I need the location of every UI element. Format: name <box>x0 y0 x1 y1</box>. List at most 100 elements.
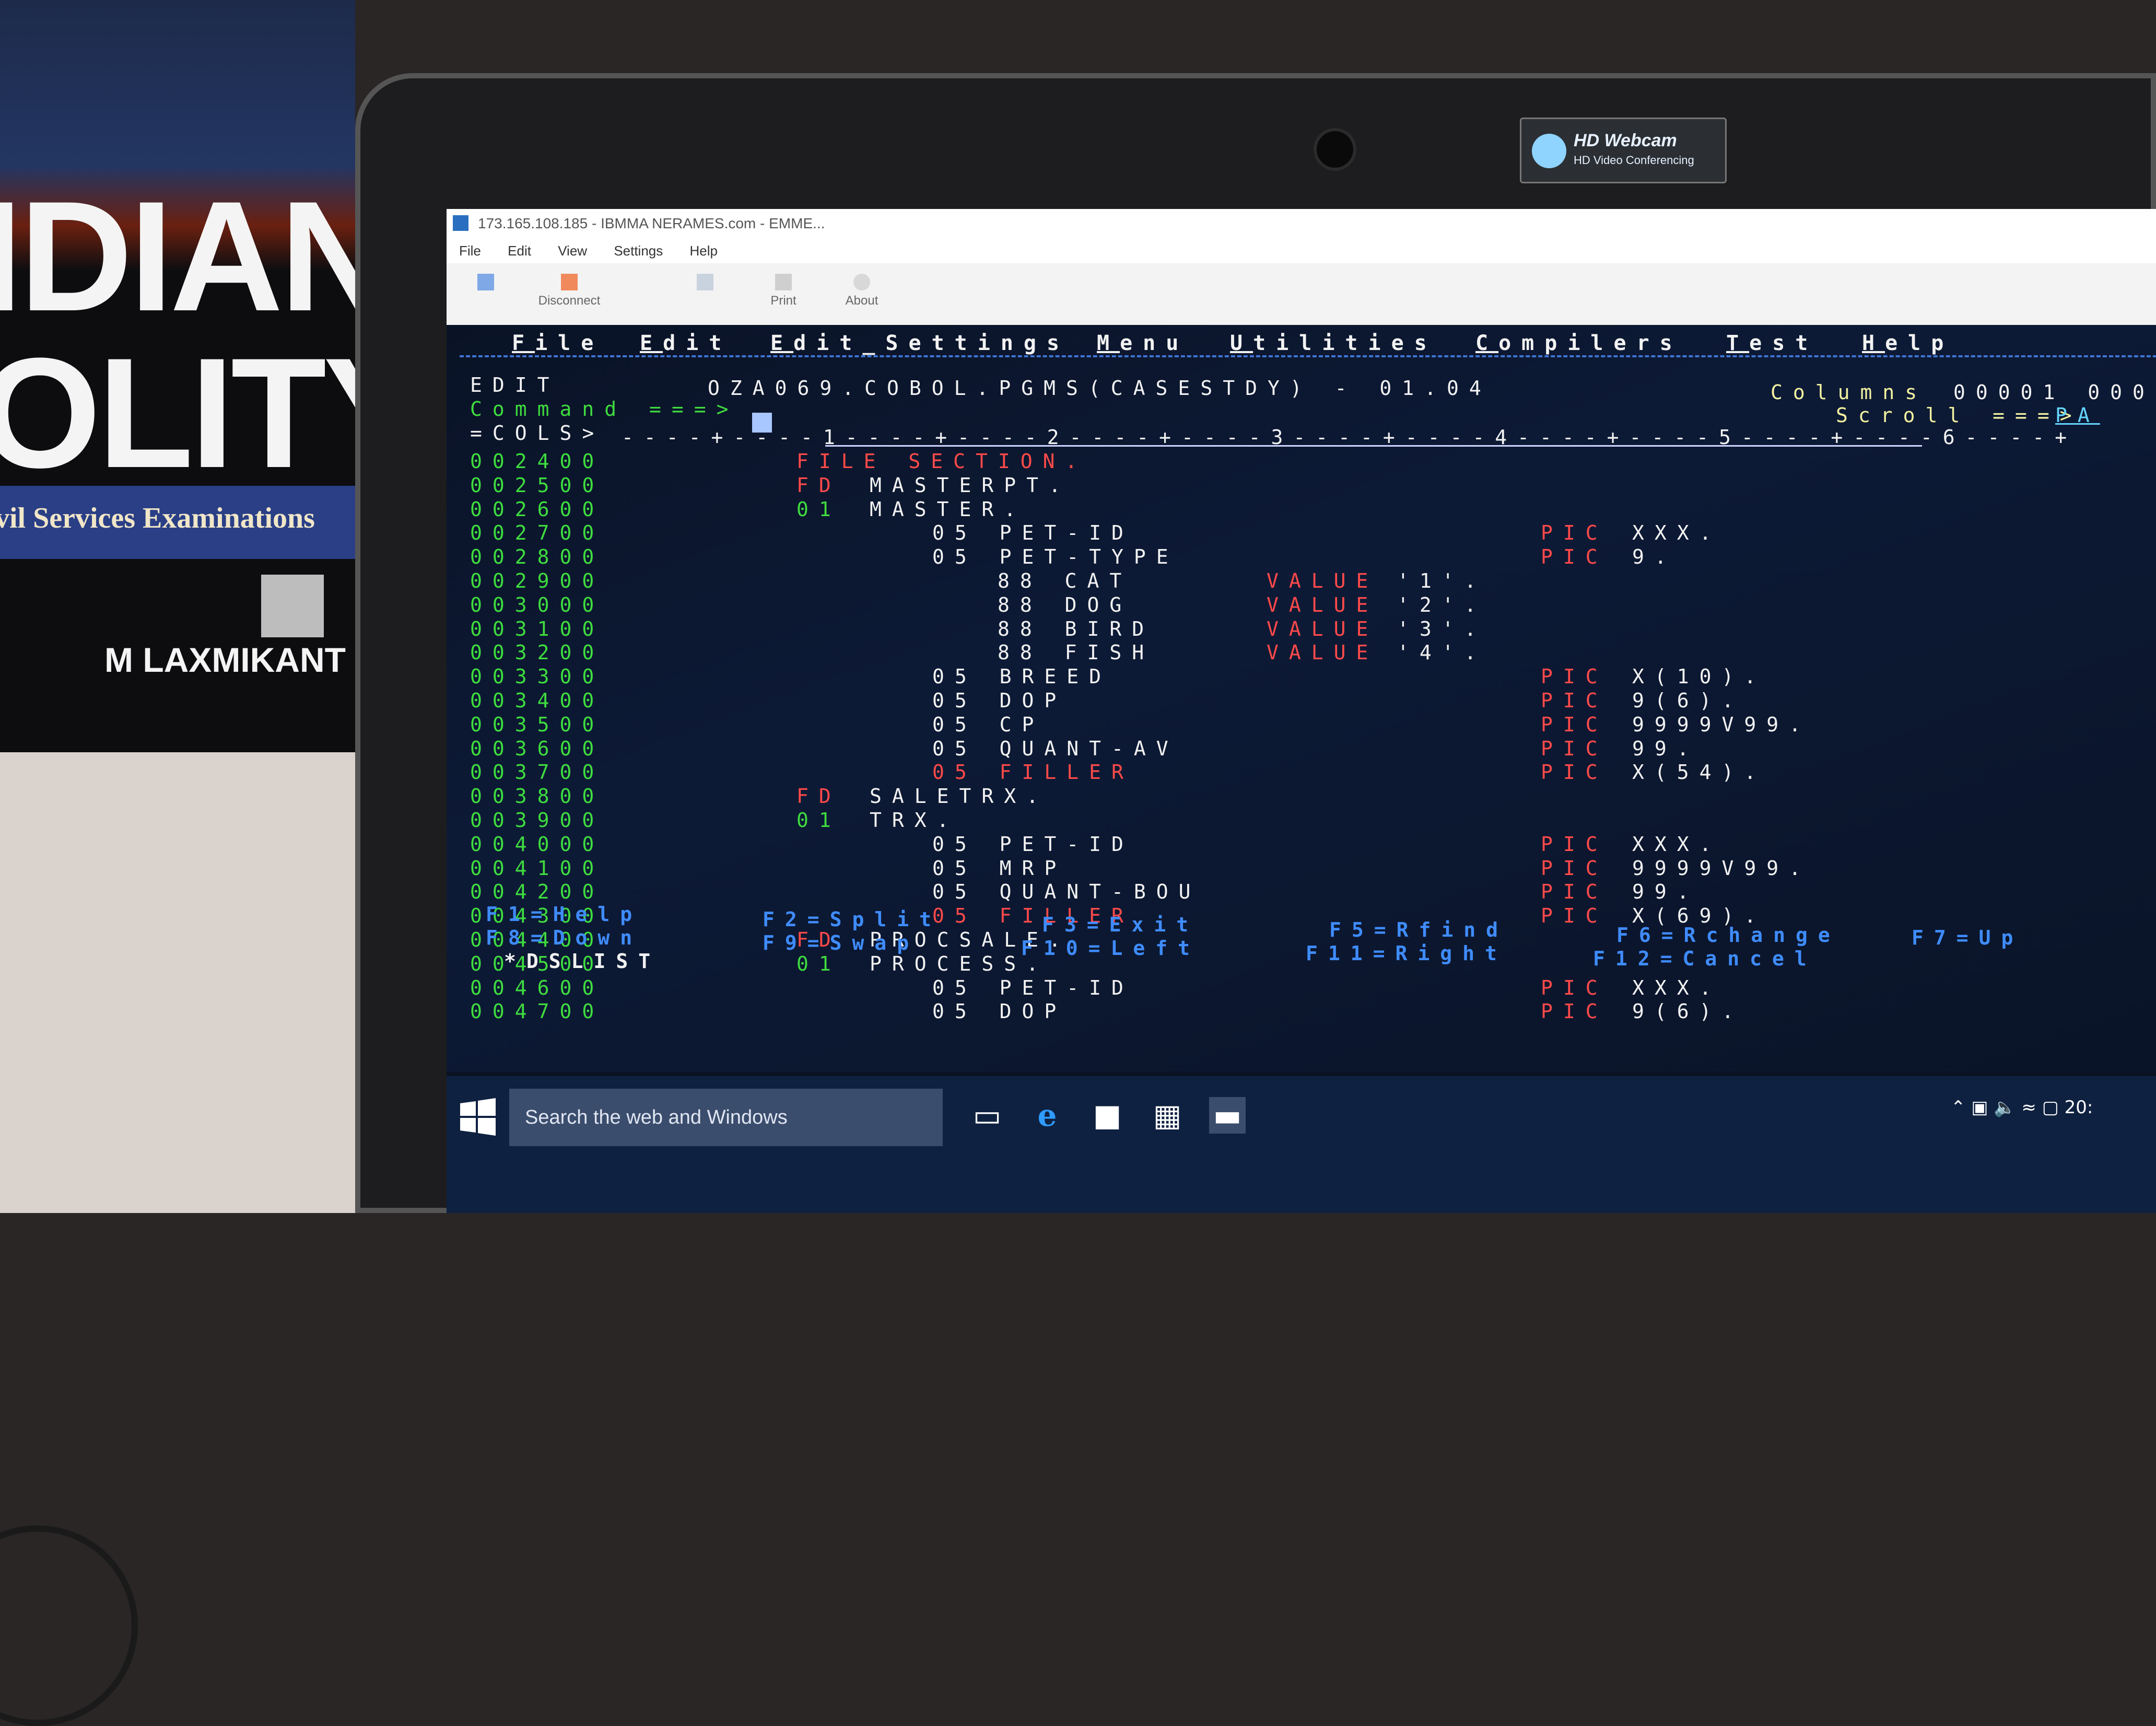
source-line[interactable]: 004600 05 PET-ID PIC XXX. <box>447 976 2156 1000</box>
source-line[interactable]: 002600 01 MASTER. <box>447 497 2156 521</box>
source-line[interactable]: 002700 05 PET-ID PIC XXX. <box>447 521 2156 545</box>
dslist-link[interactable]: *DSLIST <box>504 949 661 973</box>
ispf-menu-test[interactable]: Test <box>1726 331 1818 355</box>
window-title: 173.165.108.185 - IBMMA NERAMES.com - EM… <box>478 215 825 231</box>
value-literal: '2'. <box>1397 593 1487 616</box>
connect-button[interactable] <box>447 271 525 318</box>
pic-keyword: PIC <box>1541 665 1608 689</box>
source-text: 05 DOP <box>932 689 1067 712</box>
source-line[interactable]: 004500 01 PROCESS. <box>447 952 2156 976</box>
system-tray: ⌃ ▣ 🔈 ≈ ▢ 20: <box>1951 1097 2093 1118</box>
tray-wifi-icon[interactable]: ≈ <box>2021 1097 2036 1118</box>
edge-browser-icon[interactable]: e <box>1029 1097 1065 1134</box>
tray-volume-icon[interactable]: 🔈 <box>1994 1097 2016 1118</box>
source-line[interactable]: 004000 05 PET-ID PIC XXX. <box>447 832 2156 856</box>
pic-keyword: PIC <box>1541 976 1608 999</box>
menu-edit[interactable]: Edit <box>508 238 531 263</box>
ispf-menu-utilities[interactable]: Utilities <box>1230 331 1437 355</box>
print-label: Print <box>770 294 796 308</box>
print-button[interactable]: Print <box>744 271 823 318</box>
source-text: 05 PET-TYPE <box>932 545 1179 569</box>
level-indicator: FD <box>796 785 841 808</box>
source-line[interactable]: 002900 88 CAT VALUE '1'. <box>447 569 2156 593</box>
scroll-input[interactable]: PA <box>2055 403 2100 427</box>
pic-clause: 9. <box>1632 545 1677 569</box>
source-line[interactable]: 004100 05 MRP PIC 9999V99. <box>447 856 2156 880</box>
value-keyword: VALUE <box>1267 641 1379 664</box>
source-line[interactable]: 003500 05 CP PIC 9999V99. <box>447 713 2156 737</box>
pic-clause: XXX. <box>1632 832 1722 856</box>
book-subtitle: vil Services Examinations <box>0 502 315 534</box>
menu-file[interactable]: File <box>459 238 481 263</box>
taskbar-search-box[interactable]: Search the web and Windows <box>509 1089 943 1146</box>
source-line[interactable]: 003100 88 BIRD VALUE '3'. <box>447 617 2156 641</box>
source-line[interactable]: 004300 05 FILLER PIC X(69). <box>447 904 2156 928</box>
fkey-f7-up[interactable]: F7=Up <box>1912 926 2023 950</box>
source-line[interactable]: 003600 05 QUANT-AV PIC 99. <box>447 737 2156 761</box>
terminal-taskbar-icon[interactable]: ▬ <box>1209 1097 1246 1134</box>
line-number: 003500 <box>470 713 605 736</box>
fkey-f2-split[interactable]: F2=Split <box>763 907 942 931</box>
menu-view[interactable]: View <box>558 238 587 263</box>
file-explorer-icon[interactable]: ■ <box>1089 1097 1126 1134</box>
ispf-menu-menu[interactable]: Menu <box>1097 331 1189 355</box>
store-icon[interactable]: ▦ <box>1149 1097 1186 1134</box>
fkey-f9-swap[interactable]: F9=Swap <box>763 931 919 955</box>
fkey-f5-rfind[interactable]: F5=Rfind <box>1329 918 1508 942</box>
fkey-f6-rchange[interactable]: F6=Rchange <box>1616 923 1841 947</box>
source-line[interactable]: 004200 05 QUANT-BOU PIC 99. <box>447 880 2156 904</box>
line-number: 002600 <box>470 497 605 521</box>
source-line[interactable]: 002800 05 PET-TYPE PIC 9. <box>447 545 2156 569</box>
source-line[interactable]: 003000 88 DOG VALUE '2'. <box>447 593 2156 617</box>
source-text: 05 PET-ID <box>932 521 1134 545</box>
source-line[interactable]: 003400 05 DOP PIC 9(6). <box>447 689 2156 713</box>
task-view-icon[interactable]: ▭ <box>969 1097 1005 1134</box>
source-line[interactable]: 004700 05 DOP PIC 9(6). <box>447 999 2156 1023</box>
ispf-menu-edit[interactable]: Edit <box>640 331 732 355</box>
source-line[interactable]: 002500 FD MASTERPT. <box>447 473 2156 497</box>
menu-settings[interactable]: Settings <box>614 238 663 263</box>
command-label: Command ===> <box>470 398 739 421</box>
source-line[interactable]: 002400 FILE SECTION. <box>447 449 2156 473</box>
fkey-f10-left[interactable]: F10=Left <box>1021 936 1200 960</box>
source-line[interactable]: 004400 FD PROCSALE. <box>447 928 2156 952</box>
ispf-menu-edit-settings[interactable]: Edit_Settings <box>770 331 1070 355</box>
source-line[interactable]: 003300 05 BREED PIC X(10). <box>447 664 2156 689</box>
ispf-menu-compilers[interactable]: Compilers <box>1475 331 1683 355</box>
fkey-f3-exit[interactable]: F3=Exit <box>1042 913 1199 937</box>
source-line[interactable]: 003700 05 FILLER PIC X(54). <box>447 760 2156 784</box>
value-keyword: VALUE <box>1267 593 1379 616</box>
source-line[interactable]: 003900 01 TRX. <box>447 808 2156 832</box>
level-indicator: 01 <box>796 952 841 975</box>
pic-keyword: PIC <box>1541 545 1608 569</box>
source-text: FILE SECTION. <box>796 450 1088 473</box>
copy-button[interactable] <box>666 271 744 318</box>
menu-help[interactable]: Help <box>690 238 718 263</box>
about-button[interactable]: About <box>823 271 901 318</box>
disconnect-button[interactable]: Disconnect <box>530 271 608 318</box>
pic-clause: X(54). <box>1632 761 1767 784</box>
webcam-sticker: HD Webcam HD Video Conferencing <box>1520 118 1727 183</box>
line-number: 003000 <box>470 593 605 616</box>
webcam-logo-icon <box>1532 134 1566 168</box>
ispf-menu-help[interactable]: Help <box>1862 331 1954 355</box>
fkey-f8-down[interactable]: F8=Down <box>486 926 642 950</box>
fkey-f11-right[interactable]: F11=Right <box>1306 941 1507 965</box>
line-number: 002700 <box>470 521 605 545</box>
tray-battery-icon[interactable]: ▣ <box>1971 1097 1988 1118</box>
source-line[interactable]: 003200 88 FISH VALUE '4'. <box>447 640 2156 664</box>
line-number: 003800 <box>470 785 605 808</box>
fkey-f1-help[interactable]: F1=Help <box>486 902 642 926</box>
tray-notification-icon[interactable]: ▢ <box>2042 1097 2059 1118</box>
line-number: 002500 <box>470 473 605 497</box>
source-line[interactable]: 003800 FD SALETRX. <box>447 784 2156 808</box>
fkey-f12-cancel[interactable]: F12=Cancel <box>1593 947 1817 971</box>
window-titlebar[interactable]: 173.165.108.185 - IBMMA NERAMES.com - EM… <box>447 209 2156 238</box>
connect-icon <box>477 274 494 290</box>
tray-clock[interactable]: 20: <box>2065 1097 2093 1118</box>
pic-keyword: PIC <box>1541 713 1608 736</box>
tray-chevron-up-icon[interactable]: ⌃ <box>1951 1097 1966 1118</box>
ispf-menu-file[interactable]: File <box>512 331 604 355</box>
windows-start-icon[interactable] <box>457 1096 499 1138</box>
ispf-editor-screen[interactable]: File Edit Edit_Settings Menu Utilities C… <box>447 325 2156 1072</box>
